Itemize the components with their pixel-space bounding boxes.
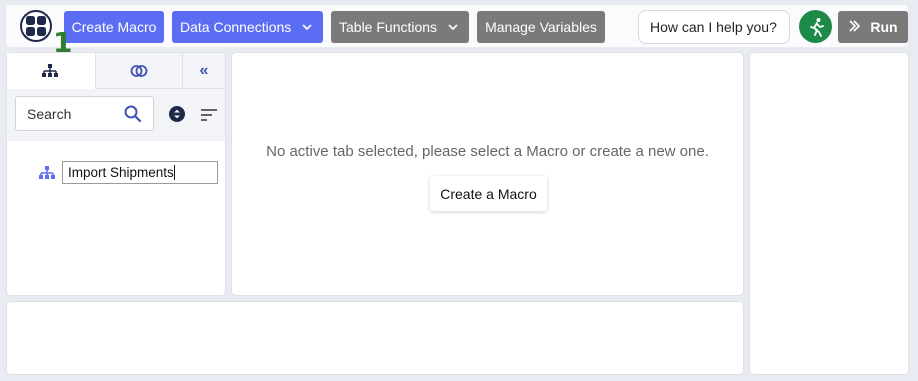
macro-name-input[interactable]: Import Shipments (62, 161, 218, 184)
assistant-input-text: How can I help you? (650, 19, 777, 35)
table-functions-button[interactable]: Table Functions (331, 11, 469, 43)
tab-connections[interactable] (95, 53, 182, 89)
properties-panel (749, 52, 909, 375)
hierarchy-icon (42, 64, 58, 83)
sidebar-tabs: « (7, 53, 225, 89)
toolbar: Create Macro Data Connections Table Func… (6, 5, 908, 47)
collapse-glyph: « (199, 61, 209, 79)
table-functions-label: Table Functions (339, 19, 438, 35)
search-icon[interactable] (124, 105, 142, 126)
search-input[interactable]: Search (15, 96, 154, 131)
create-macro-cta-label: Create a Macro (440, 185, 537, 202)
search-placeholder: Search (27, 105, 72, 122)
sidebar-tools: Search (7, 89, 225, 141)
apps-grid-icon[interactable] (20, 10, 52, 42)
manage-variables-button[interactable]: Manage Variables (477, 11, 605, 43)
data-connections-label: Data Connections (180, 19, 292, 35)
assistant-input[interactable]: How can I help you? (638, 10, 790, 44)
manage-variables-label: Manage Variables (485, 19, 597, 35)
macro-name-value: Import Shipments (68, 165, 174, 180)
macro-editor-area: No active tab selected, please select a … (231, 52, 744, 296)
run-arrow-icon (848, 19, 864, 36)
collapse-icon[interactable]: « (182, 53, 225, 89)
data-connections-button[interactable]: Data Connections (172, 11, 323, 43)
chevron-down-icon (301, 21, 313, 33)
link-rings-icon (130, 64, 148, 83)
filter-lines-icon[interactable] (200, 108, 218, 127)
create-macro-label: Create Macro (71, 19, 157, 35)
run-button[interactable]: Run (838, 11, 908, 43)
macro-sidebar: « Search Import Shipments (6, 52, 226, 296)
sort-toggle-icon[interactable] (169, 106, 185, 127)
tab-macros[interactable] (7, 53, 95, 89)
hierarchy-icon (39, 166, 55, 185)
text-cursor (173, 165, 175, 180)
runner-icon[interactable] (799, 10, 832, 43)
output-panel (6, 301, 744, 375)
empty-state-message: No active tab selected, please select a … (266, 143, 709, 160)
chevron-down-icon (447, 21, 459, 33)
run-label: Run (870, 19, 898, 35)
create-macro-cta-button[interactable]: Create a Macro (430, 176, 547, 211)
create-macro-button[interactable]: Create Macro (64, 11, 164, 43)
